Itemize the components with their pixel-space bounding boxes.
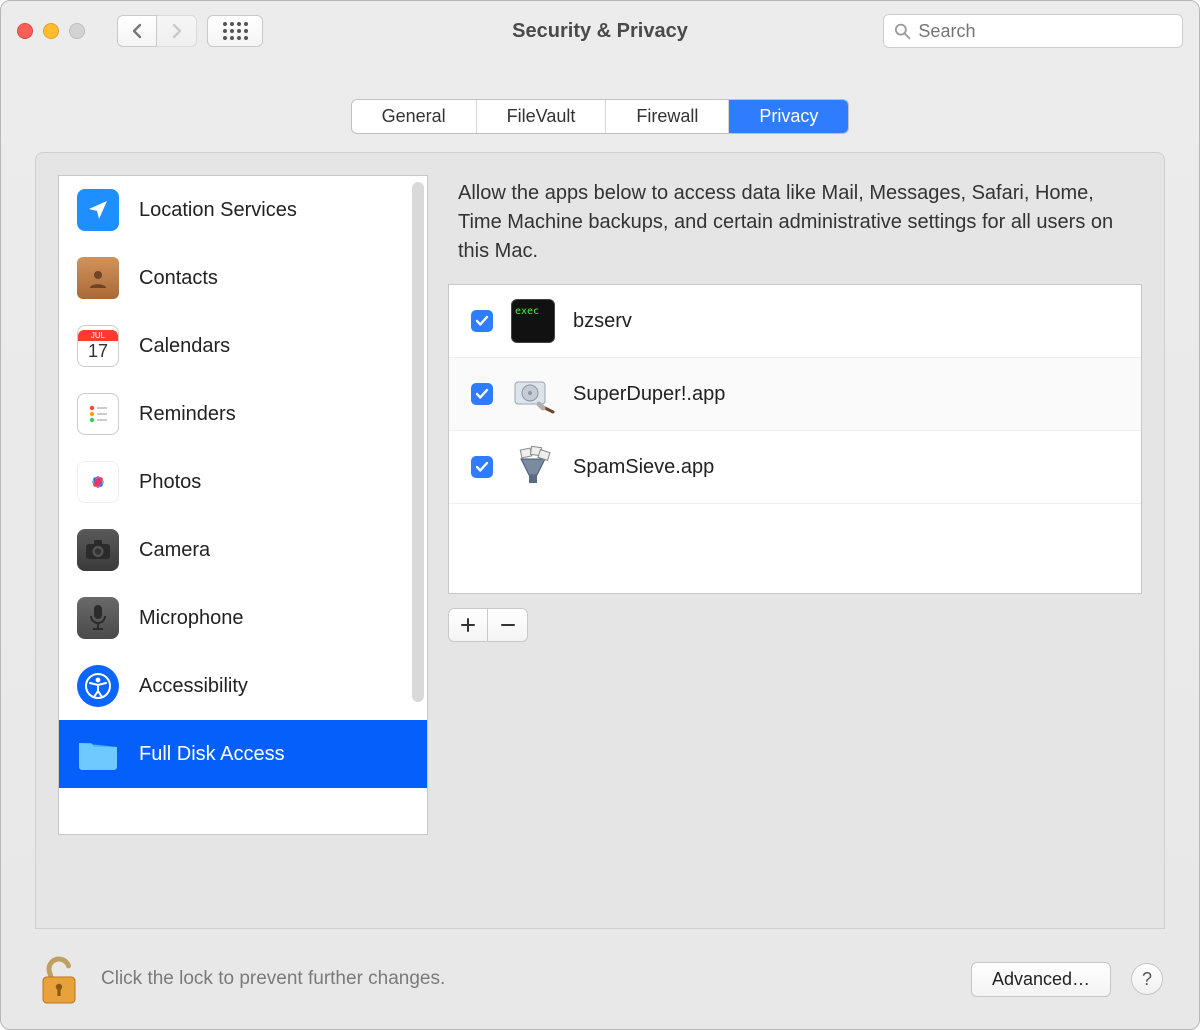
unlocked-padlock-icon[interactable] (37, 953, 81, 1005)
description-text: Allow the apps below to access data like… (448, 175, 1142, 284)
add-button[interactable] (448, 608, 488, 642)
app-row[interactable]: exec bzserv (449, 285, 1141, 358)
reminders-list-icon (77, 393, 119, 435)
permission-checkbox[interactable] (471, 310, 493, 332)
sidebar-item-contacts[interactable]: Contacts (59, 244, 427, 312)
location-arrow-icon (77, 189, 119, 231)
sidebar-item-photos[interactable]: Photos (59, 448, 427, 516)
sidebar-item-accessibility[interactable]: Accessibility (59, 652, 427, 720)
sidebar-item-microphone[interactable]: Microphone (59, 584, 427, 652)
sidebar-item-reminders[interactable]: Reminders (59, 380, 427, 448)
back-button[interactable] (117, 15, 157, 47)
show-all-button[interactable] (207, 15, 263, 47)
camera-icon (77, 529, 119, 571)
search-input[interactable] (918, 21, 1172, 42)
search-icon (894, 22, 910, 40)
sidebar-item-label: Location Services (139, 199, 297, 222)
sidebar-item-label: Camera (139, 539, 210, 562)
preferences-window: Security & Privacy GeneralFileVaultFirew… (0, 0, 1200, 1030)
sidebar-item-label: Accessibility (139, 675, 248, 698)
maximize-icon (69, 23, 85, 39)
minus-icon (500, 617, 516, 633)
nav-buttons (117, 15, 197, 47)
sidebar-item-label: Microphone (139, 607, 244, 630)
tab-filevault[interactable]: FileVault (477, 100, 607, 133)
terminal-exec-icon: exec (511, 299, 555, 343)
accessibility-icon (77, 665, 119, 707)
close-icon[interactable] (17, 23, 33, 39)
sidebar-item-label: Reminders (139, 403, 236, 426)
permission-checkbox[interactable] (471, 456, 493, 478)
folder-icon (77, 733, 119, 775)
photos-flower-icon (77, 461, 119, 503)
content-panel: Location Services Contacts JUL17 Calendars R… (35, 152, 1165, 929)
add-remove-buttons (448, 608, 1142, 642)
chevron-right-icon (171, 23, 183, 39)
remove-button[interactable] (488, 608, 528, 642)
window-controls (17, 23, 85, 39)
sidebar-item-full-disk-access[interactable]: Full Disk Access (59, 720, 427, 788)
check-icon (475, 387, 489, 401)
contacts-book-icon (77, 257, 119, 299)
calendar-17-icon: JUL17 (77, 325, 119, 367)
app-permission-list: exec bzserv SuperDuper!.app SpamSieve.app (448, 284, 1142, 594)
question-icon: ? (1142, 969, 1152, 990)
sidebar-item-label: Contacts (139, 267, 218, 290)
advanced-button[interactable]: Advanced… (971, 962, 1111, 997)
sidebar-item-label: Full Disk Access (139, 743, 285, 766)
plus-icon (460, 617, 476, 633)
permission-checkbox[interactable] (471, 383, 493, 405)
forward-button[interactable] (157, 15, 197, 47)
sidebar-item-camera[interactable]: Camera (59, 516, 427, 584)
check-icon (475, 460, 489, 474)
sidebar-item-location-services[interactable]: Location Services (59, 176, 427, 244)
app-row[interactable]: SuperDuper!.app (449, 358, 1141, 431)
microphone-icon (77, 597, 119, 639)
sidebar-item-label: Calendars (139, 335, 230, 358)
app-name-label: SpamSieve.app (573, 456, 714, 479)
privacy-category-sidebar: Location Services Contacts JUL17 Calendars R… (58, 175, 428, 835)
titlebar: Security & Privacy (1, 1, 1199, 61)
main-pane: Allow the apps below to access data like… (448, 175, 1142, 906)
sidebar-item-label: Photos (139, 471, 201, 494)
tab-general[interactable]: General (352, 100, 477, 133)
tab-bar: GeneralFileVaultFirewallPrivacy (1, 99, 1199, 134)
chevron-left-icon (131, 23, 143, 39)
footer: Click the lock to prevent further change… (1, 929, 1199, 1029)
check-icon (475, 314, 489, 328)
lock-hint-text: Click the lock to prevent further change… (101, 968, 445, 990)
help-button[interactable]: ? (1131, 963, 1163, 995)
app-row[interactable]: SpamSieve.app (449, 431, 1141, 504)
grid-icon (223, 22, 248, 40)
tab-firewall[interactable]: Firewall (606, 100, 729, 133)
minimize-icon[interactable] (43, 23, 59, 39)
app-name-label: SuperDuper!.app (573, 383, 725, 406)
spam-sieve-icon (511, 445, 555, 489)
tab-privacy[interactable]: Privacy (729, 100, 848, 133)
scrollbar[interactable] (412, 182, 424, 702)
search-field[interactable] (883, 14, 1183, 48)
app-name-label: bzserv (573, 310, 632, 333)
disk-clone-icon (511, 372, 555, 416)
sidebar-item-calendars[interactable]: JUL17 Calendars (59, 312, 427, 380)
